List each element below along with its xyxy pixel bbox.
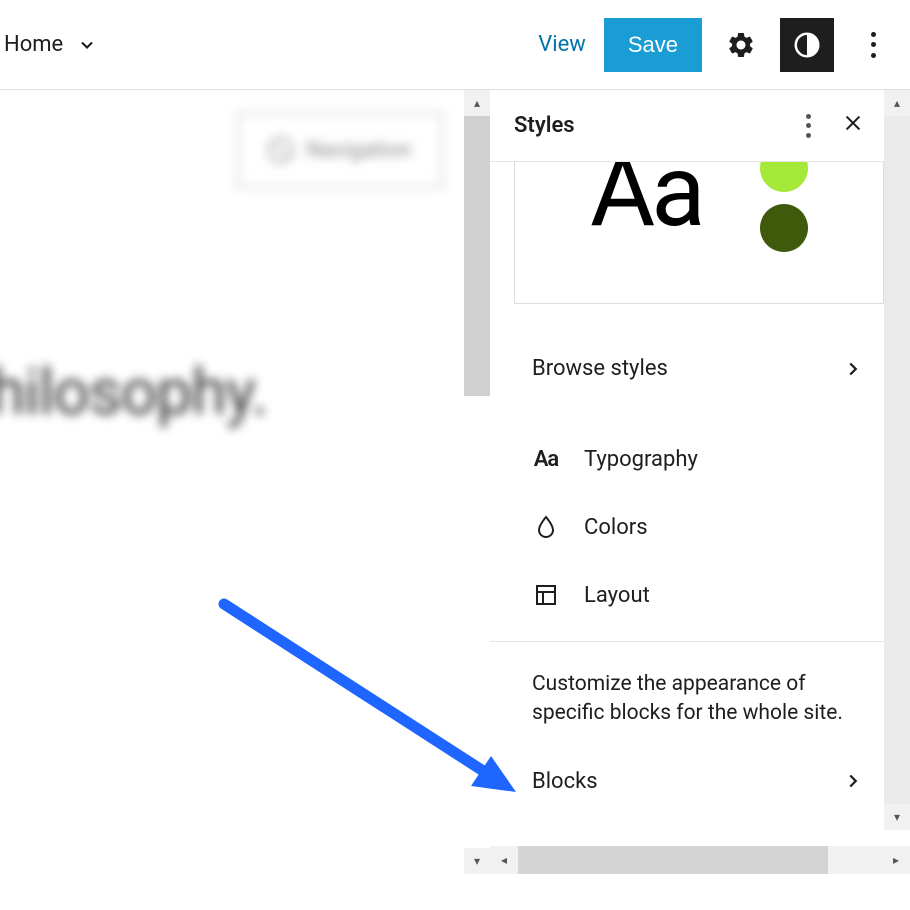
h-scroll-left[interactable]: ◂ xyxy=(490,846,518,874)
contrast-icon xyxy=(792,30,822,60)
horizontal-scrollbar[interactable]: ◂ ▸ xyxy=(490,846,910,874)
content-area: Navigation hilosophy. ▴ ▾ ▴ ▾ Styles xyxy=(0,90,910,874)
navigation-label: Navigation xyxy=(306,138,411,163)
color-swatch-olive xyxy=(760,204,808,252)
panel-scroll-track[interactable] xyxy=(884,116,910,804)
layout-label: Layout xyxy=(584,583,650,608)
color-swatch-lime xyxy=(760,162,808,192)
chevron-right-icon xyxy=(842,358,864,380)
compass-icon xyxy=(268,137,294,163)
panel-scroll-up[interactable]: ▴ xyxy=(884,90,910,116)
chevron-down-icon[interactable] xyxy=(77,35,97,55)
blocks-description: Customize the appearance of specific blo… xyxy=(490,642,884,729)
styles-panel: ▴ ▾ Styles Aa xyxy=(490,90,910,874)
canvas-heading: hilosophy. xyxy=(0,355,267,430)
settings-button[interactable] xyxy=(714,18,768,72)
colors-label: Colors xyxy=(584,515,648,540)
home-breadcrumb[interactable]: Home xyxy=(4,32,63,57)
top-toolbar: Home View Save xyxy=(0,0,910,90)
more-options-button[interactable] xyxy=(846,18,900,72)
panel-body: Aa Browse styles Aa Typography xyxy=(490,162,884,874)
preview-typography-sample: Aa xyxy=(590,162,702,222)
panel-scroll-down[interactable]: ▾ xyxy=(884,804,910,830)
gear-icon xyxy=(726,30,756,60)
drop-icon xyxy=(532,513,560,541)
blocks-item[interactable]: Blocks xyxy=(490,749,884,814)
editor-canvas[interactable]: Navigation hilosophy. ▴ ▾ xyxy=(0,90,490,874)
browse-styles-item[interactable]: Browse styles xyxy=(490,336,884,401)
layout-icon xyxy=(532,581,560,609)
style-preview-card[interactable]: Aa xyxy=(514,162,884,304)
blocks-label: Blocks xyxy=(532,769,598,794)
canvas-scroll-down[interactable]: ▾ xyxy=(464,848,490,874)
panel-header: Styles xyxy=(490,90,884,162)
toolbar-left: Home xyxy=(0,32,97,57)
panel-close-button[interactable] xyxy=(842,111,864,141)
h-scroll-right[interactable]: ▸ xyxy=(882,846,910,874)
h-scroll-track[interactable] xyxy=(518,846,882,874)
save-button[interactable]: Save xyxy=(604,18,702,72)
close-icon xyxy=(842,112,864,134)
more-vertical-icon xyxy=(870,32,876,58)
chevron-right-icon xyxy=(842,770,864,792)
navigation-block: Navigation xyxy=(237,112,443,188)
colors-item[interactable]: Colors xyxy=(490,493,884,561)
typography-icon: Aa xyxy=(532,445,560,473)
view-link[interactable]: View xyxy=(538,32,586,57)
typography-label: Typography xyxy=(584,447,698,472)
typography-item[interactable]: Aa Typography xyxy=(490,425,884,493)
h-scroll-thumb[interactable] xyxy=(518,846,828,874)
panel-header-actions xyxy=(806,111,864,141)
canvas-scroll-track[interactable] xyxy=(464,116,490,396)
panel-more-button[interactable] xyxy=(806,114,812,138)
canvas-scroll-up[interactable]: ▴ xyxy=(464,90,490,116)
toolbar-right: View Save xyxy=(538,18,910,72)
styles-toggle-button[interactable] xyxy=(780,18,834,72)
browse-styles-label: Browse styles xyxy=(532,356,668,381)
panel-title: Styles xyxy=(514,113,575,138)
layout-item[interactable]: Layout xyxy=(490,561,884,629)
